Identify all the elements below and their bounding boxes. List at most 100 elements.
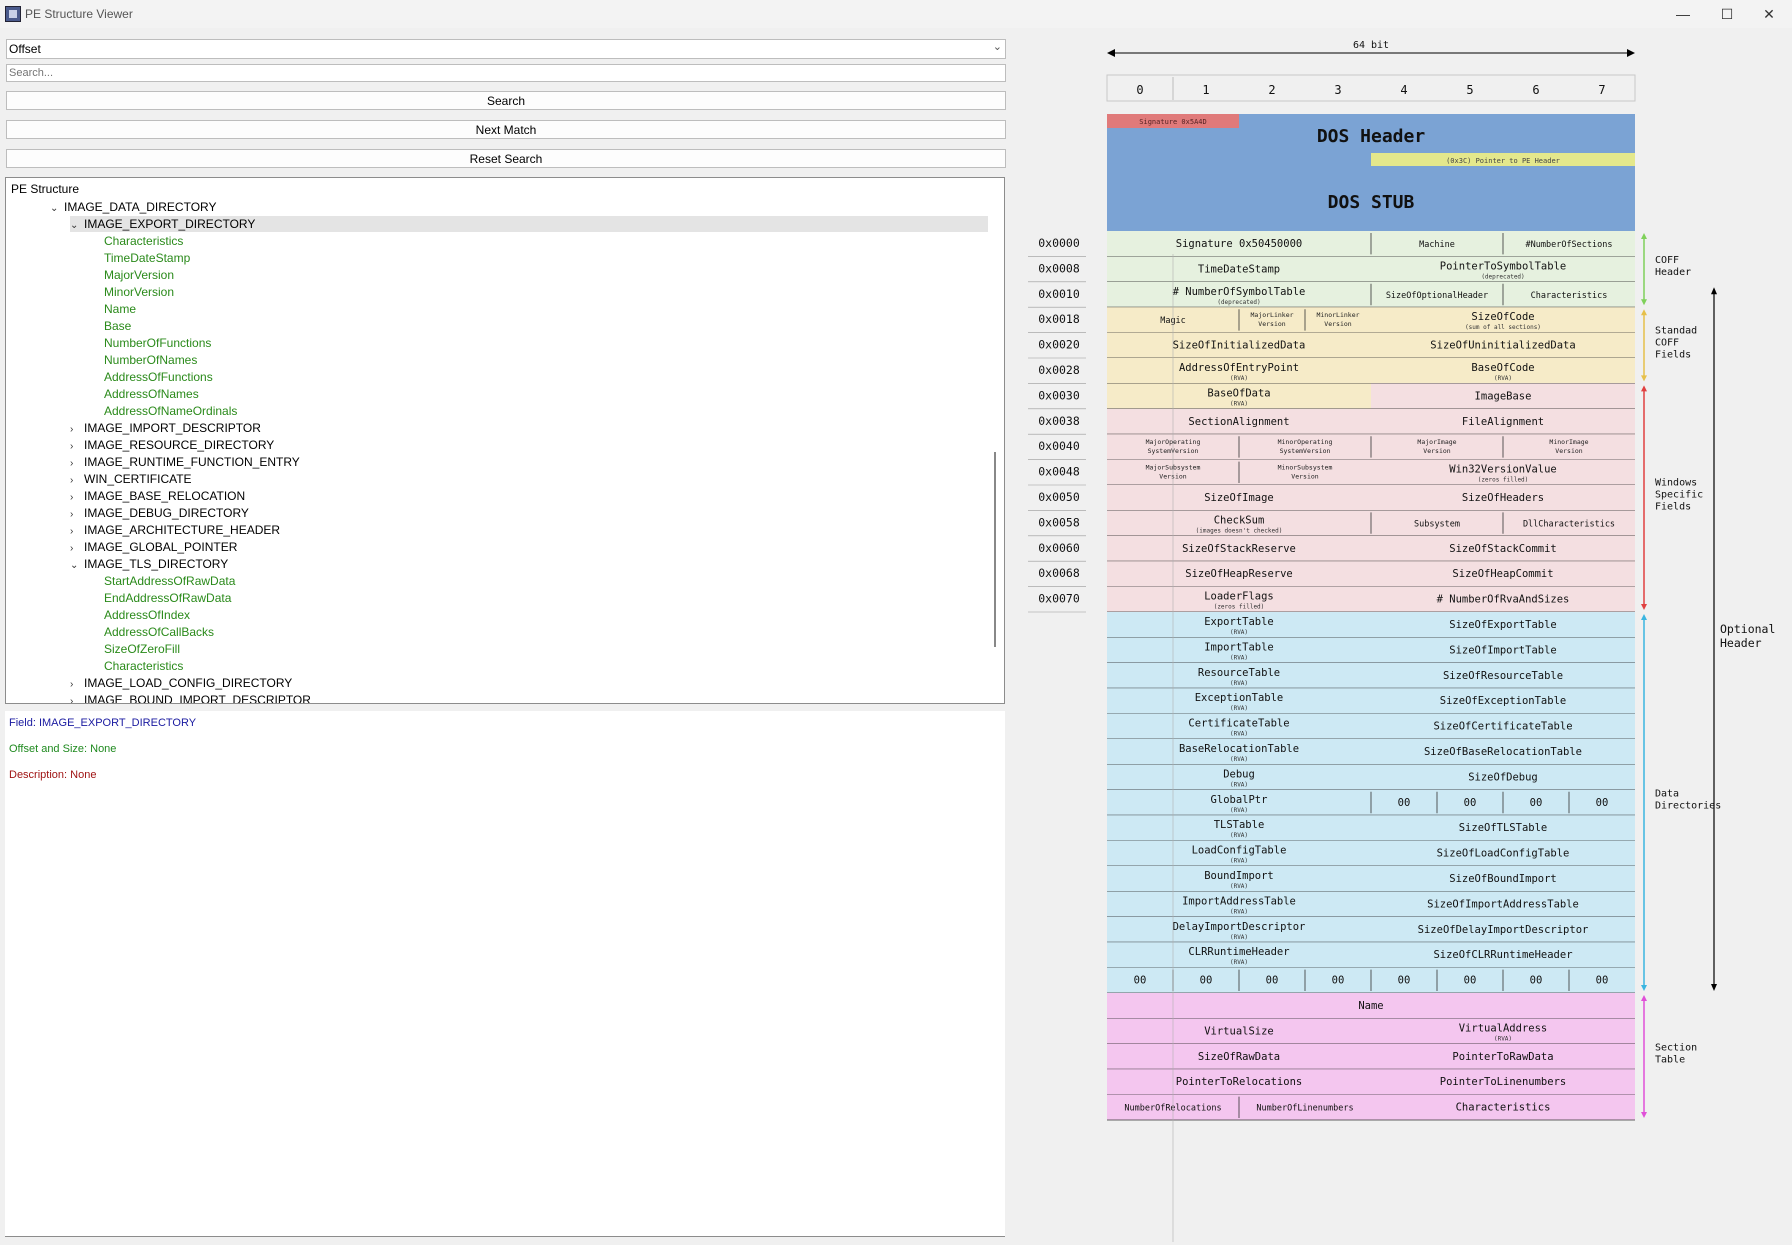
tree-node-item[interactable]: › IMAGE_RUNTIME_FUNCTION_ENTRY [70,454,300,470]
tree-node-item[interactable]: › IMAGE_ARCHITECTURE_HEADER [70,522,280,538]
tree-node-item[interactable]: › IMAGE_RESOURCE_DIRECTORY [70,437,274,453]
group-label: Standad [1655,325,1697,336]
tree-leaf-item[interactable]: AddressOfIndex [90,607,190,623]
field-note: (images doesn't checked) [1196,527,1283,534]
tree-leaf-item[interactable]: NumberOfFunctions [90,335,211,351]
detail-description: Description: None [9,769,97,781]
arrow-down-icon [1641,299,1647,306]
arrow-up-icon [1641,385,1647,392]
search-button[interactable]: Search [6,91,1006,110]
tree-item-label: IMAGE_RESOURCE_DIRECTORY [84,438,275,452]
expand-right-icon[interactable]: › [70,422,84,438]
field-label: SizeOfExceptionTable [1440,695,1566,707]
tree-item-label: Characteristics [104,234,184,248]
field-label: SizeOfHeapCommit [1452,568,1553,580]
field-label: ResourceTable [1198,667,1280,679]
tree-node-item[interactable]: ⌄ IMAGE_EXPORT_DIRECTORY [70,216,988,232]
width-label: 64 bit [1353,40,1389,51]
field-label: 00 [1464,797,1477,809]
pe-structure-tree[interactable]: PE Structure ⌄ IMAGE_DATA_DIRECTORY ⌄ IMAGE… [5,177,1005,704]
tree-leaf-item[interactable]: AddressOfFunctions [90,369,213,385]
tree-leaf-item[interactable]: AddressOfCallBacks [90,624,214,640]
tree-leaf-item[interactable]: EndAddressOfRawData [90,590,231,606]
tree-node-item[interactable]: › WIN_CERTIFICATE [70,471,192,487]
field-label: ImportAddressTable [1182,895,1296,907]
field-label: CLRRuntimeHeader [1188,946,1289,958]
tree-leaf-item[interactable]: MajorVersion [90,267,174,283]
field-label: SizeOfImportTable [1449,644,1556,656]
expand-right-icon[interactable]: › [70,677,84,693]
detail-offset-size: Offset and Size: None [9,743,117,755]
pe-diagram: 64 bit 0 1 2 3 4 5 6 7 Signature 0x5A4D DOS Header… [1010,32,1790,1242]
field-note: (RVA) [1230,781,1248,788]
expand-down-icon[interactable]: ⌄ [70,218,84,234]
field-label: CheckSum [1214,514,1265,526]
tree-leaf-item[interactable]: SizeOfZeroFill [90,641,180,657]
tree-leaf-item[interactable]: MinorVersion [90,284,174,300]
tree-node-item[interactable]: › IMAGE_LOAD_CONFIG_DIRECTORY [70,675,292,691]
expand-down-icon[interactable]: ⌄ [70,558,84,574]
tree-leaf-item[interactable]: AddressOfNames [90,386,199,402]
offset-label: 0x0070 [1038,592,1080,606]
tree-node-item[interactable]: › IMAGE_GLOBAL_POINTER [70,539,237,555]
field-note: (sum of all sections) [1465,324,1541,331]
field-label: SizeOfDebug [1468,771,1538,783]
field-label: 00 [1530,797,1543,809]
tree-scrollbar-thumb[interactable] [994,452,996,647]
reset-search-button[interactable]: Reset Search [6,149,1006,168]
arrow-down-icon [1641,375,1647,382]
field-label: ExportTable [1204,616,1274,628]
tree-leaf-item[interactable]: Name [90,301,136,317]
minimize-button[interactable]: — [1660,2,1706,26]
field-label: GlobalPtr [1211,794,1268,806]
group-label: Fields [1655,502,1691,513]
expand-right-icon[interactable]: › [70,456,84,472]
close-button[interactable]: ✕ [1746,2,1792,26]
expand-right-icon[interactable]: › [70,490,84,506]
search-field-select[interactable]: Offset ⌄ [6,39,1006,59]
expand-right-icon[interactable]: › [70,439,84,455]
field-label: 00 [1134,975,1147,987]
group-label: Windows [1655,478,1697,489]
tree-node-item[interactable]: › IMAGE_BOUND_IMPORT_DESCRIPTOR [70,692,311,703]
next-match-button[interactable]: Next Match [6,120,1006,139]
tree-item-label: NumberOfFunctions [104,336,212,350]
offset-label: 0x0068 [1038,566,1080,580]
offset-label: 0x0048 [1038,465,1080,479]
tree-leaf-item[interactable]: StartAddressOfRawData [90,573,235,589]
tree-node-item[interactable]: ⌄ IMAGE_DATA_DIRECTORY [50,199,216,215]
row-background [1107,485,1635,511]
field-label: BaseOfData [1207,387,1270,399]
field-note: (RVA) [1230,731,1248,738]
maximize-button[interactable]: ☐ [1704,2,1750,26]
expand-right-icon[interactable]: › [70,524,84,540]
group-label: Table [1655,1055,1685,1066]
expand-right-icon[interactable]: › [70,541,84,557]
expand-right-icon[interactable]: › [70,507,84,523]
offset-label: 0x0020 [1038,338,1080,352]
tree-node-item[interactable]: ⌄ IMAGE_TLS_DIRECTORY [70,556,228,572]
field-label: 00 [1200,975,1213,987]
tree-leaf-item[interactable]: Characteristics [90,233,183,249]
expand-right-icon[interactable]: › [70,473,84,489]
tree-leaf-item[interactable]: NumberOfNames [90,352,197,368]
tree-node-item[interactable]: › IMAGE_BASE_RELOCATION [70,488,245,504]
column-index: 0 [1136,83,1143,97]
tree-leaf-item[interactable]: Base [90,318,131,334]
details-panel: Field: IMAGE_EXPORT_DIRECTORY Offset and… [5,711,1005,1237]
tree-leaf-item[interactable]: Characteristics [90,658,183,674]
field-label: PointerToRawData [1452,1051,1553,1063]
column-index: 1 [1202,83,1209,97]
tree-node-item[interactable]: › IMAGE_IMPORT_DESCRIPTOR [70,420,261,436]
arrow-right-icon [1627,49,1635,57]
tree-leaf-item[interactable]: AddressOfNameOrdinals [90,403,237,419]
tree-item-label: EndAddressOfRawData [104,591,232,605]
tree-node-item[interactable]: › IMAGE_DEBUG_DIRECTORY [70,505,249,521]
tree-scrollbar[interactable] [990,182,1000,699]
expand-down-icon[interactable]: ⌄ [50,201,64,217]
tree-leaf-item[interactable]: TimeDateStamp [90,250,190,266]
expand-right-icon[interactable]: › [70,694,84,703]
column-index: 7 [1598,83,1605,97]
group-label: Data [1655,789,1679,800]
search-input[interactable] [6,64,1006,82]
